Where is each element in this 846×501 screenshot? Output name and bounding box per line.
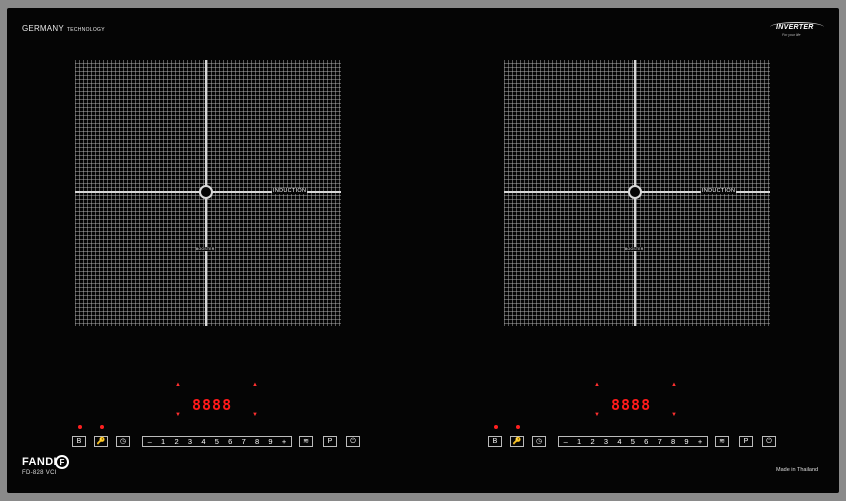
level-4[interactable]: 4 <box>201 437 205 446</box>
up-arrow-icon[interactable]: ▲ <box>252 382 258 388</box>
level-1[interactable]: 1 <box>161 437 165 446</box>
indicator-led <box>516 425 520 429</box>
power-icon[interactable]: ⏻ <box>762 436 776 447</box>
up-arrow-icon[interactable]: ▲ <box>671 382 677 388</box>
level-7[interactable]: 7 <box>658 437 662 446</box>
indicator-led <box>100 425 104 429</box>
pause-button[interactable]: P <box>323 436 337 447</box>
induction-label: INDUCTION <box>701 188 737 194</box>
level-6[interactable]: 6 <box>644 437 648 446</box>
inverter-logo: INVERTER For your life <box>770 22 824 38</box>
level-9[interactable]: 9 <box>684 437 688 446</box>
down-arrow-icon[interactable]: ▼ <box>671 412 677 418</box>
indicator-led <box>78 425 82 429</box>
model-number: FD-828 VCI <box>22 470 57 476</box>
level-8[interactable]: 8 <box>255 437 259 446</box>
led-display: 8888 <box>192 396 233 414</box>
indicator-led <box>494 425 498 429</box>
booster-label: BOOSTER <box>625 247 644 251</box>
zone-center-mark <box>199 185 213 199</box>
led-display: 8888 <box>611 396 652 414</box>
control-panel-right: ▲ ▲ ▼ ▼ 8888 B 🔑 ◷ – 1 2 3 4 5 6 7 8 9 +… <box>484 380 784 450</box>
keep-warm-icon[interactable]: ≋ <box>715 436 729 447</box>
up-arrow-icon[interactable]: ▲ <box>594 382 600 388</box>
induction-label: INDUCTION <box>272 188 308 194</box>
level-1[interactable]: 1 <box>577 437 581 446</box>
power-level-slider[interactable]: – 1 2 3 4 5 6 7 8 9 + <box>558 436 708 447</box>
up-arrow-icon[interactable]: ▲ <box>175 382 181 388</box>
timer-icon[interactable]: ◷ <box>116 436 130 447</box>
plus-button[interactable]: + <box>282 437 286 446</box>
level-9[interactable]: 9 <box>268 437 272 446</box>
zone-dotted-line <box>634 218 636 246</box>
lock-icon[interactable]: 🔑 <box>94 436 108 447</box>
level-5[interactable]: 5 <box>215 437 219 446</box>
cooking-zone-right[interactable]: INDUCTION BOOSTER <box>504 60 770 326</box>
level-6[interactable]: 6 <box>228 437 232 446</box>
timer-icon[interactable]: ◷ <box>532 436 546 447</box>
level-8[interactable]: 8 <box>671 437 675 446</box>
zone-center-mark <box>628 185 642 199</box>
level-3[interactable]: 3 <box>604 437 608 446</box>
minus-button[interactable]: – <box>148 437 152 446</box>
level-3[interactable]: 3 <box>188 437 192 446</box>
power-icon[interactable]: ⏻ <box>346 436 360 447</box>
zone-dotted-line <box>205 218 207 246</box>
down-arrow-icon[interactable]: ▼ <box>175 412 181 418</box>
lock-icon[interactable]: 🔑 <box>510 436 524 447</box>
zone-dotted-line <box>233 191 269 193</box>
level-2[interactable]: 2 <box>174 437 178 446</box>
boost-button[interactable]: B <box>488 436 502 447</box>
power-level-slider[interactable]: – 1 2 3 4 5 6 7 8 9 + <box>142 436 292 447</box>
brand-logo: FANDI <box>22 456 57 468</box>
minus-button[interactable]: – <box>564 437 568 446</box>
made-in-label: Made in Thailand <box>776 467 819 473</box>
down-arrow-icon[interactable]: ▼ <box>252 412 258 418</box>
down-arrow-icon[interactable]: ▼ <box>594 412 600 418</box>
booster-label: BOOSTER <box>196 247 215 251</box>
brand-germany-technology: GERMANY TECHNOLOGY <box>22 24 105 33</box>
control-panel-left: ▲ ▲ ▼ ▼ 8888 B 🔑 ◷ – 1 2 3 4 5 6 7 8 9 +… <box>65 380 365 450</box>
plus-button[interactable]: + <box>698 437 702 446</box>
brand-f-icon: F <box>55 455 69 469</box>
boost-button[interactable]: B <box>72 436 86 447</box>
zone-dotted-line <box>662 191 698 193</box>
cooking-zone-left[interactable]: INDUCTION BOOSTER <box>75 60 341 326</box>
level-5[interactable]: 5 <box>631 437 635 446</box>
level-2[interactable]: 2 <box>590 437 594 446</box>
keep-warm-icon[interactable]: ≋ <box>299 436 313 447</box>
pause-button[interactable]: P <box>739 436 753 447</box>
level-4[interactable]: 4 <box>617 437 621 446</box>
level-7[interactable]: 7 <box>242 437 246 446</box>
